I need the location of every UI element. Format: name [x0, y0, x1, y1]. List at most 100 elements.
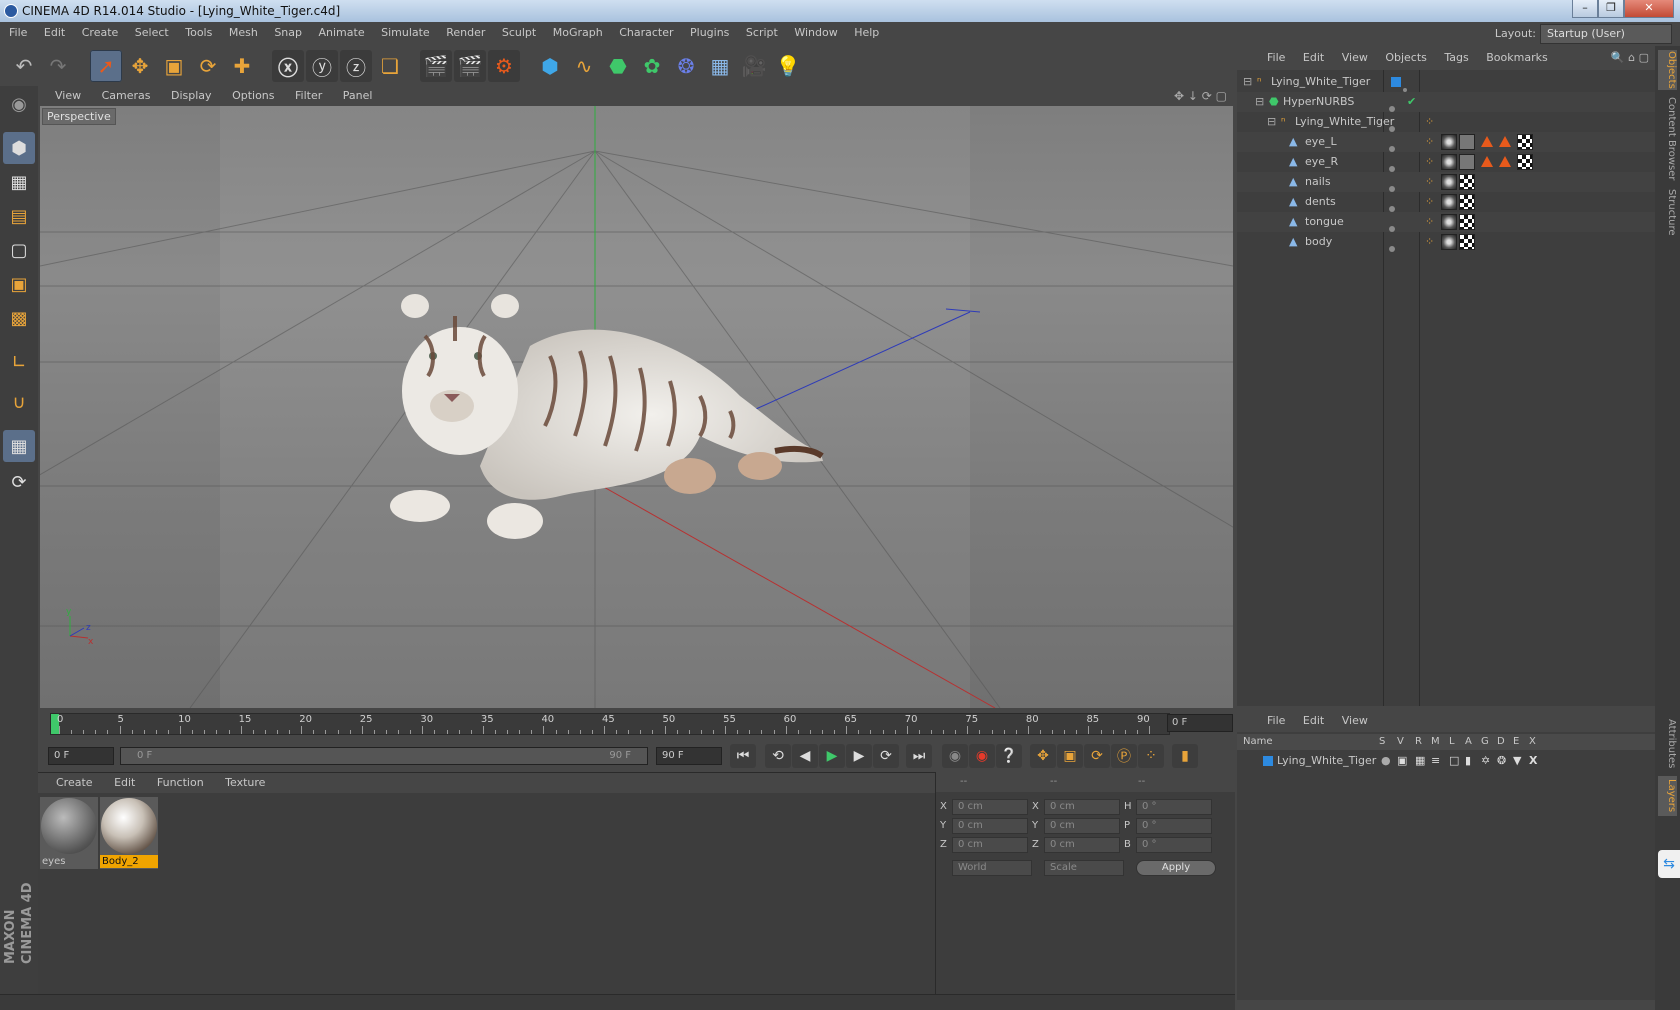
previous-key-icon[interactable]: ⟲ — [765, 744, 791, 768]
key-parameter-icon[interactable]: Ⓟ — [1111, 744, 1137, 768]
phong-tag-icon[interactable]: ⁘ — [1425, 212, 1434, 232]
viewport-menu-view[interactable]: View — [55, 89, 81, 102]
array-icon[interactable]: ✿ — [636, 50, 668, 82]
menu-mesh[interactable]: Mesh — [229, 26, 258, 39]
timeline-window-icon[interactable]: ▮ — [1172, 744, 1198, 768]
object-row-root[interactable]: ⊟ ⁿ Lying_White_Tiger — [1237, 72, 1655, 92]
autokey-icon[interactable]: ◉ — [969, 744, 995, 768]
goto-end-icon[interactable]: ⏭ — [906, 744, 932, 768]
viewport-menu-filter[interactable]: Filter — [295, 89, 322, 102]
material-body-2[interactable]: Body_2 — [100, 797, 158, 869]
solo-icon[interactable]: ● — [1381, 752, 1391, 770]
menu-simulate[interactable]: Simulate — [381, 26, 430, 39]
texture-tag-icon[interactable] — [1441, 214, 1457, 230]
expressions-icon[interactable]: ▼ — [1513, 752, 1521, 770]
next-key-icon[interactable]: ⟳ — [873, 744, 899, 768]
object-row-body[interactable]: ▲ body ⁘ — [1237, 232, 1655, 252]
rotation-p-field[interactable]: 0 ° — [1136, 818, 1212, 834]
z-axis-icon[interactable]: ⓩ — [340, 50, 372, 82]
generators-icon[interactable]: ✡ — [1481, 752, 1490, 770]
texture-tag-icon[interactable] — [1441, 194, 1457, 210]
coordinate-scale-dropdown[interactable]: Scale — [1044, 860, 1124, 876]
tab-structure[interactable]: Structure — [1658, 186, 1677, 238]
render-icon[interactable]: ▦ — [1415, 752, 1425, 770]
uvw-tag-icon[interactable] — [1459, 214, 1475, 230]
phong-tag-icon[interactable]: ⁘ — [1425, 132, 1434, 152]
object-menu-objects[interactable]: Objects — [1385, 51, 1427, 64]
menu-window[interactable]: Window — [794, 26, 837, 39]
object-menu-tags[interactable]: Tags — [1444, 51, 1468, 64]
viewport-menu-panel[interactable]: Panel — [343, 89, 373, 102]
texture-tag-icon[interactable] — [1459, 154, 1475, 170]
viewport-nav-icons[interactable]: ✥ ↓ ⟳ ▢ — [1174, 86, 1227, 106]
goto-start-icon[interactable]: ⏮ — [730, 744, 756, 768]
layer-menu-file[interactable]: File — [1267, 714, 1285, 727]
add-icon[interactable]: ✚ — [226, 50, 258, 82]
collapse-icon[interactable]: ⊟ — [1243, 72, 1252, 92]
menu-sculpt[interactable]: Sculpt — [502, 26, 536, 39]
uvw-tag-icon[interactable] — [1517, 134, 1533, 150]
selection-tag-icon[interactable] — [1499, 136, 1511, 147]
xref-icon[interactable]: X — [1529, 752, 1537, 770]
object-menu-view[interactable]: View — [1342, 51, 1368, 64]
menu-select[interactable]: Select — [135, 26, 169, 39]
timeline-ruler[interactable]: 0 5 10 15 20 25 30 35 40 45 50 55 60 65 70 75 80 85 90 — [50, 713, 1170, 735]
key-point-level-icon[interactable]: ⁘ — [1138, 744, 1164, 768]
phong-tag-icon[interactable]: ⁘ — [1425, 172, 1434, 192]
lock-icon[interactable]: □ — [1449, 752, 1459, 770]
selection-tag-icon[interactable] — [1481, 136, 1493, 147]
texture-mode-icon[interactable]: ▦ — [3, 166, 35, 198]
layer-color-icon[interactable] — [1391, 77, 1401, 87]
menu-create[interactable]: Create — [82, 26, 119, 39]
layer-row[interactable]: Lying_White_Tiger ● ▣ ▦ ≡ □ ▮ ✡ ❂ ▼ X — [1237, 752, 1655, 770]
material-menu-function[interactable]: Function — [157, 776, 204, 789]
menu-render[interactable]: Render — [446, 26, 485, 39]
key-position-icon[interactable]: ✥ — [1030, 744, 1056, 768]
menu-character[interactable]: Character — [619, 26, 673, 39]
manager-icon[interactable]: ≡ — [1431, 752, 1440, 770]
viewport-menu-cameras[interactable]: Cameras — [102, 89, 151, 102]
x-axis-icon[interactable]: ⓧ — [272, 50, 304, 82]
coordinate-mode-dropdown[interactable]: World — [952, 860, 1032, 876]
material-menu-create[interactable]: Create — [56, 776, 93, 789]
maximize-button[interactable]: ❐ — [1598, 0, 1624, 18]
menu-mograph[interactable]: MoGraph — [553, 26, 603, 39]
record-keys-icon[interactable]: ◉ — [942, 744, 968, 768]
collapse-icon[interactable]: ⊟ — [1255, 92, 1264, 112]
rotation-b-field[interactable]: 0 ° — [1136, 837, 1212, 853]
menu-file[interactable]: File — [9, 26, 27, 39]
selection-tag-icon[interactable] — [1499, 156, 1511, 167]
menu-edit[interactable]: Edit — [44, 26, 65, 39]
view-icon[interactable]: ▣ — [1397, 752, 1407, 770]
menu-tools[interactable]: Tools — [185, 26, 212, 39]
redo-icon[interactable]: ↷ — [42, 50, 74, 82]
make-editable-icon[interactable]: ◉ — [3, 88, 35, 120]
rotation-h-field[interactable]: 0 ° — [1136, 799, 1212, 815]
collapse-icon[interactable]: ⊟ — [1267, 112, 1276, 132]
close-button[interactable]: ✕ — [1624, 0, 1674, 18]
move-icon[interactable]: ✥ — [124, 50, 156, 82]
tab-layers[interactable]: Layers — [1658, 776, 1677, 816]
material-menu-texture[interactable]: Texture — [225, 776, 265, 789]
planar-workplane-icon[interactable]: ⟳ — [3, 466, 35, 498]
axis-mode-icon[interactable]: ∟ — [3, 346, 35, 378]
object-menu-bookmarks[interactable]: Bookmarks — [1486, 51, 1547, 64]
nurbs-icon[interactable]: ⬣ — [602, 50, 634, 82]
object-search-icon[interactable]: 🔍 ⌂ ▢ — [1611, 46, 1649, 70]
phong-tag-icon[interactable]: ⁘ — [1425, 192, 1434, 212]
rotate-icon[interactable]: ⟳ — [192, 50, 224, 82]
workplane-icon[interactable]: ▤ — [3, 200, 35, 232]
viewport-menu-display[interactable]: Display — [171, 89, 212, 102]
range-slider[interactable]: 0 F 90 F — [120, 747, 648, 765]
object-menu-edit[interactable]: Edit — [1303, 51, 1324, 64]
undo-icon[interactable]: ↶ — [8, 50, 40, 82]
camera-icon[interactable]: 🎥 — [738, 50, 770, 82]
selection-tag-icon[interactable] — [1481, 156, 1493, 167]
uvw-tag-icon[interactable] — [1517, 154, 1533, 170]
floor-icon[interactable]: ▦ — [704, 50, 736, 82]
enabled-check-icon[interactable]: ✔ — [1407, 92, 1416, 112]
size-y-field[interactable]: 0 cm — [1044, 818, 1120, 834]
phong-tag-icon[interactable]: ⁘ — [1425, 152, 1434, 172]
cube-icon[interactable]: ⬢ — [534, 50, 566, 82]
position-x-field[interactable]: 0 cm — [952, 799, 1028, 815]
